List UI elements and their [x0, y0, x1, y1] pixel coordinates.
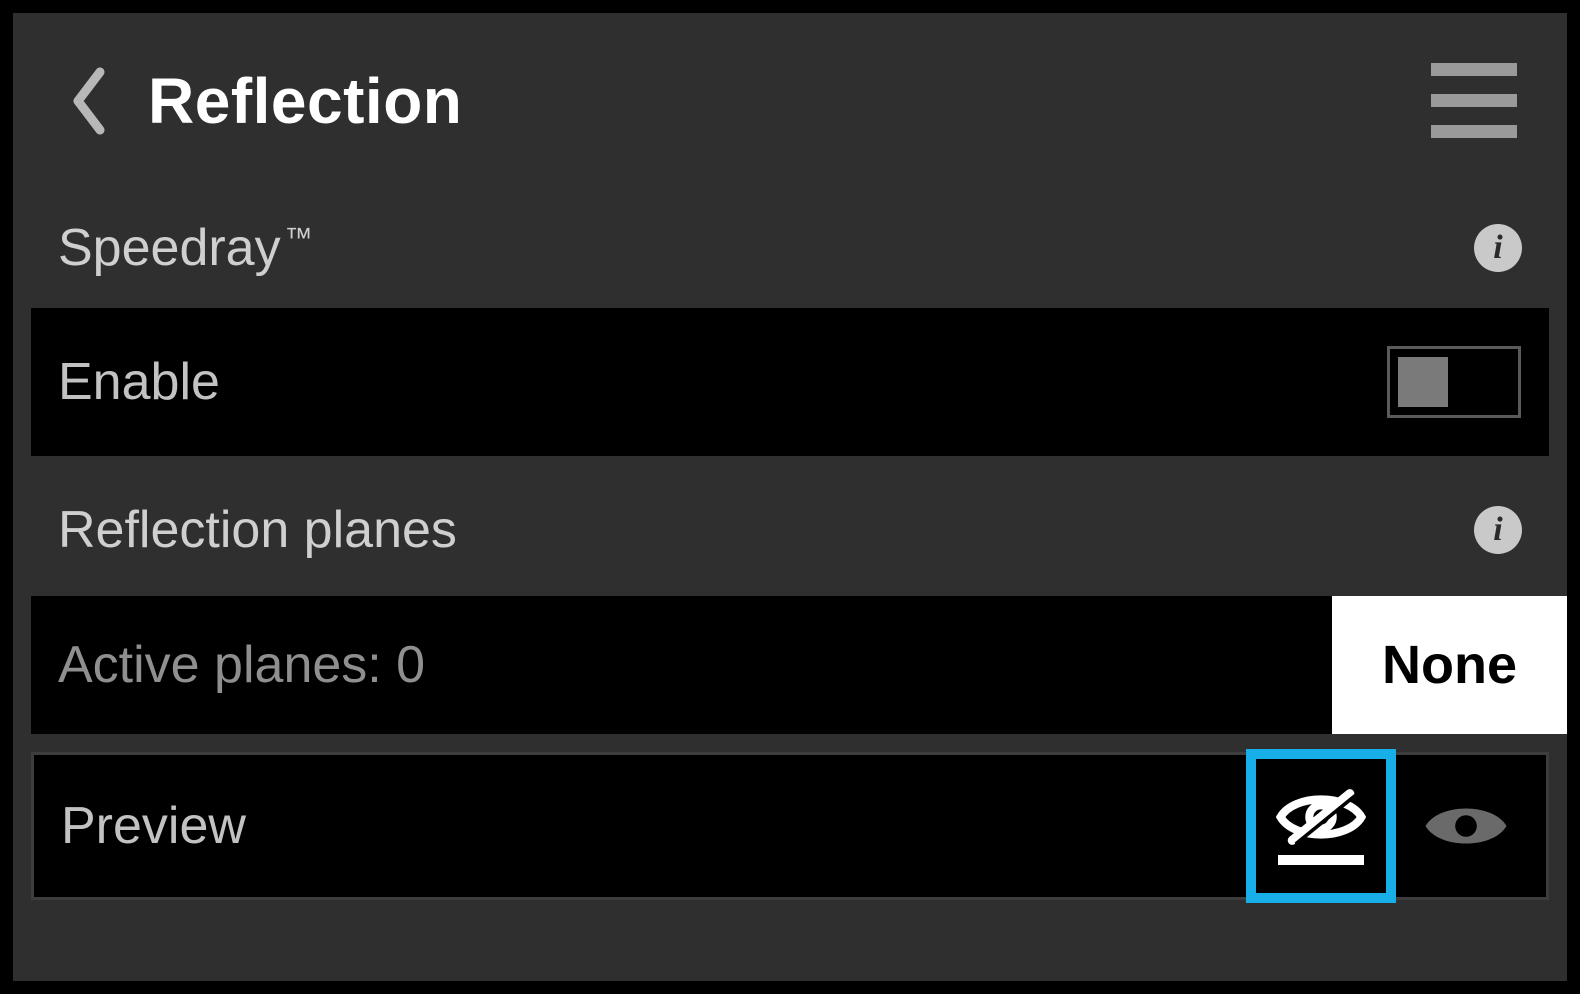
- toggle-knob: [1398, 357, 1448, 407]
- preview-hide-button[interactable]: [1246, 749, 1396, 903]
- enable-toggle[interactable]: [1387, 346, 1521, 418]
- enable-row: Enable: [31, 308, 1549, 456]
- preview-row: Preview: [31, 752, 1549, 900]
- active-planes-row: Active planes: 0 None: [31, 596, 1549, 734]
- trademark-symbol: ™: [285, 222, 313, 253]
- info-icon[interactable]: i: [1474, 506, 1522, 554]
- active-planes-label: Active planes: 0: [31, 635, 425, 695]
- reflection-planes-section-header: Reflection planes i: [13, 470, 1567, 590]
- panel-header: Reflection: [13, 13, 1567, 188]
- back-button[interactable]: [53, 51, 123, 151]
- preview-controls: [1246, 749, 1546, 903]
- hamburger-icon: [1431, 63, 1517, 76]
- eye-icon: [1421, 796, 1511, 856]
- info-icon[interactable]: i: [1474, 224, 1522, 272]
- panel-title: Reflection: [148, 64, 462, 138]
- speedray-title: Speedray™: [58, 218, 313, 278]
- menu-button[interactable]: [1431, 63, 1527, 138]
- reflection-planes-title: Reflection planes: [58, 500, 457, 560]
- none-button[interactable]: None: [1332, 596, 1567, 734]
- reflection-panel: Reflection Speedray™ i Enable Reflection…: [13, 13, 1567, 981]
- chevron-left-icon: [68, 66, 108, 136]
- speedray-section-header: Speedray™ i: [13, 188, 1567, 308]
- eye-off-icon: [1276, 787, 1366, 865]
- preview-show-button[interactable]: [1396, 756, 1536, 896]
- preview-label: Preview: [34, 796, 246, 856]
- enable-label: Enable: [31, 352, 220, 412]
